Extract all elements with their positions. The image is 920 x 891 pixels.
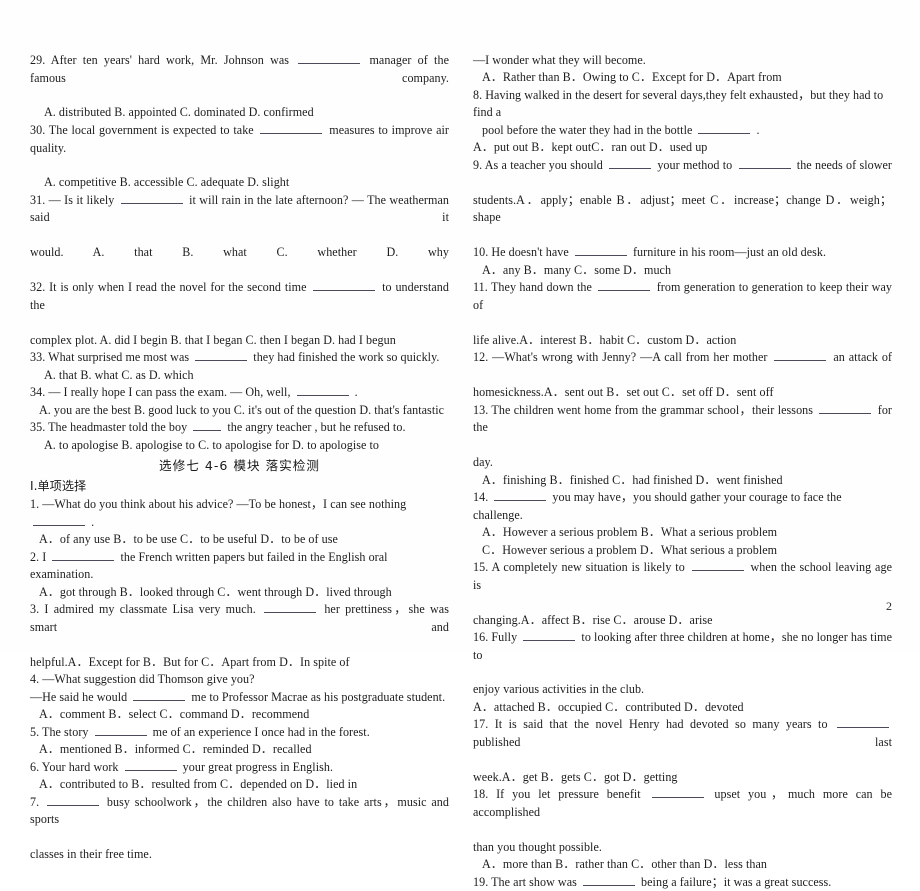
text-line: 19. The art show was being a failure；it …: [473, 874, 832, 889]
text-line: A．contributed to B．resulted from C．depen…: [39, 777, 358, 792]
text-line: —I wonder what they will become.: [473, 53, 646, 67]
text-line: A. to apologise B. apologise to C. to ap…: [44, 437, 380, 452]
text-line: A．more than B．rather than C．other than D…: [482, 857, 767, 872]
answer-blank[interactable]: [738, 157, 791, 169]
text-line: 32. It is only when I read the novel for…: [30, 279, 450, 312]
answer-blank[interactable]: [837, 716, 889, 729]
text-line: 10. He doesn't have furniture in his roo…: [473, 244, 827, 260]
left-column: 29. After ten years' hard work, Mr. John…: [30, 52, 449, 864]
answer-blank[interactable]: [313, 279, 376, 292]
answer-blank[interactable]: [651, 786, 704, 799]
answer-blank[interactable]: [523, 629, 576, 642]
text-line: A．However a serious problem B．What a ser…: [482, 525, 778, 540]
text-line: 14. you may have，you should gather your …: [473, 489, 842, 522]
text-line: 2. I the French written papers but faile…: [30, 549, 388, 582]
text-line: 12. —What's wrong with Jenny? —A call fr…: [473, 349, 892, 365]
answer-blank[interactable]: [120, 192, 183, 204]
answer-blank[interactable]: [698, 122, 751, 134]
text-line: complex plot. A. did I begin B. that I b…: [30, 332, 396, 347]
page-number: 2: [886, 599, 892, 613]
text-line: A. you are the best B. good luck to you …: [39, 402, 445, 417]
text-line: A．finishing B．finished C．had finished D．…: [482, 472, 783, 487]
answer-blank[interactable]: [494, 489, 547, 502]
text-line: A．attached B．occupied C．contributed D．de…: [473, 699, 744, 714]
text-line: 3. I admired my classmate Lisa very much…: [30, 601, 449, 634]
answer-blank[interactable]: [819, 402, 872, 414]
text-line: 7. busy schoolwork，the children also hav…: [30, 794, 450, 827]
text-line: 29. After ten years' hard work, Mr. John…: [30, 52, 449, 85]
answer-blank[interactable]: [47, 794, 100, 806]
text-line: A．Rather than B．Owing to C．Except for D．…: [482, 70, 782, 85]
text-line: A. distributed B. appointed C. dominated…: [44, 105, 314, 120]
worksheet-page: 29. After ten years' hard work, Mr. John…: [0, 0, 920, 889]
answer-blank[interactable]: [94, 724, 147, 736]
text-line: than you thought possible.: [473, 839, 602, 854]
answer-blank[interactable]: [52, 549, 115, 561]
answer-blank[interactable]: [574, 244, 627, 257]
text-line: changing.A．affect B．rise C．arouse D．aris…: [473, 612, 713, 627]
text-line: A．any B．many C．some D．much: [482, 262, 672, 277]
text-line: C．However serious a problem D．What serio…: [482, 542, 778, 557]
text-line: A．comment B．select C．command D．recommend: [39, 707, 310, 722]
answer-blank[interactable]: [598, 279, 651, 292]
answer-blank[interactable]: [33, 514, 85, 526]
text-line: week.A．get B．gets C．got D．getting: [473, 769, 678, 784]
text-line: —He said he would me to Professor Macrae…: [30, 689, 446, 704]
answer-blank[interactable]: [193, 419, 222, 432]
text-line: 35. The headmaster told the boy the angr…: [30, 419, 406, 435]
answer-blank[interactable]: [124, 759, 177, 771]
text-line: 5. The story me of an experience I once …: [30, 724, 370, 739]
text-line: 33. What surprised me most was they had …: [30, 349, 440, 365]
text-line: 18. If you let pressure benefit upset yo…: [473, 786, 892, 819]
text-line: helpful.A．Except for B．But for C．Apart f…: [30, 654, 350, 669]
text-line: classes in their free time.: [30, 847, 152, 862]
text-line: 1. —What do you think about his advice? …: [30, 497, 407, 529]
text-line: life alive.A．interest B．habit C．custom D…: [473, 332, 737, 347]
answer-blank[interactable]: [296, 384, 349, 397]
text-line: A. competitive B. accessible C. adequate…: [44, 175, 290, 190]
text-line: 4. —What suggestion did Thomson give you…: [30, 672, 255, 687]
text-line: A．of any use B．to be use C．to be useful …: [39, 532, 338, 547]
answer-blank[interactable]: [260, 122, 323, 135]
text-line: day.: [473, 455, 493, 470]
answer-blank[interactable]: [691, 559, 744, 572]
answer-blank[interactable]: [774, 349, 827, 362]
answer-blank[interactable]: [609, 157, 652, 169]
text-line: A. that B. what C. as D. which: [44, 367, 194, 382]
text-line: A．got through B．looked through C．went th…: [39, 584, 392, 599]
text-line: 11. They hand down the from generation t…: [473, 279, 892, 312]
text-line: A．mentioned B．informed C．reminded D．reca…: [39, 742, 312, 757]
text-line: 9. As a teacher you should your method t…: [473, 157, 892, 172]
text-line: pool before the water they had in the bo…: [482, 122, 760, 137]
text-line: 15. A completely new situation is likely…: [473, 559, 892, 592]
answer-blank[interactable]: [195, 349, 248, 362]
answer-blank[interactable]: [298, 52, 361, 65]
text-line: enjoy various activities in the club.: [473, 682, 645, 697]
text-line: 6. Your hard work your great progress in…: [30, 759, 334, 774]
text-line: students.A．apply；enable B．adjust；meet C．…: [473, 192, 892, 225]
text-line: would. A. that B. what C. whether D. why: [30, 245, 449, 260]
section-heading-chinese: I.单项选择: [30, 479, 87, 494]
section-title-chinese: 选修七 4-6 模块 落实检测: [159, 458, 320, 474]
text-line: 13. The children went home from the gram…: [473, 402, 893, 435]
text-line: 16. Fully to looking after three childre…: [473, 629, 892, 662]
answer-blank[interactable]: [133, 689, 186, 701]
text-line: 17. It is said that the novel Henry had …: [473, 716, 892, 749]
text-line: 8. Having walked in the desert for sever…: [473, 87, 884, 120]
answer-blank[interactable]: [264, 601, 317, 614]
two-column-layout: 29. After ten years' hard work, Mr. John…: [30, 52, 892, 891]
right-column: —I wonder what they will become. A．Rather…: [473, 52, 892, 891]
text-line: homesickness.A．sent out B．set out C．set …: [473, 385, 774, 400]
text-line: 34. — I really hope I can pass the exam.…: [30, 384, 358, 400]
answer-blank[interactable]: [582, 874, 635, 886]
text-line: 31. — Is it likely it will rain in the l…: [30, 192, 449, 225]
text-line: 30. The local government is expected to …: [30, 122, 449, 155]
text-line: A．put out B．kept outC．ran out D．used up: [473, 140, 708, 155]
